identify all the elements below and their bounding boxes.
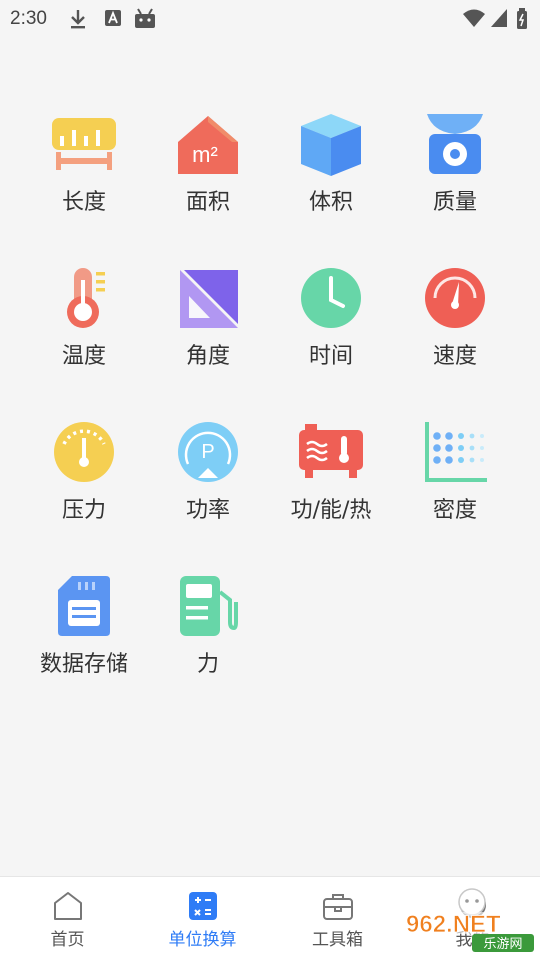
unit-energy[interactable]: 功/能/热 xyxy=(269,420,393,560)
unit-length[interactable]: 长度 xyxy=(22,112,146,252)
signal-icon xyxy=(491,9,507,27)
status-time: 2:30 xyxy=(10,8,47,29)
nav-unit-conversion[interactable]: 单位换算 xyxy=(135,877,270,961)
battery-icon xyxy=(517,8,527,29)
nav-home[interactable]: 首页 xyxy=(0,877,135,961)
clock-icon xyxy=(301,268,361,328)
unit-label: 速度 xyxy=(432,344,477,369)
unit-temperature[interactable]: 温度 xyxy=(22,266,146,406)
ruler-icon xyxy=(52,118,116,170)
unit-label: 功/能/热 xyxy=(290,498,372,523)
home-icon xyxy=(53,892,82,920)
unit-label: 密度 xyxy=(432,498,477,523)
unit-label: 力 xyxy=(196,652,219,677)
unit-label: 压力 xyxy=(61,498,106,523)
unit-label: 时间 xyxy=(308,344,353,369)
status-bar: 2:30 xyxy=(0,0,540,36)
unit-mass[interactable]: 质量 xyxy=(393,112,517,252)
unit-label: 长度 xyxy=(61,190,106,215)
toolbox-icon xyxy=(322,894,353,920)
download-icon xyxy=(71,10,85,29)
speedometer-icon xyxy=(425,268,485,328)
thermometer-icon xyxy=(67,268,105,328)
unit-density[interactable]: 密度 xyxy=(393,420,517,560)
power-gauge-icon: P xyxy=(178,422,238,482)
nav-label: 单位换算 xyxy=(168,930,237,950)
unit-data-storage[interactable]: 数据存储 xyxy=(22,574,146,714)
unit-time[interactable]: 时间 xyxy=(269,266,393,406)
unit-pressure[interactable]: 压力 xyxy=(22,420,146,560)
watermark-logo: 962.NET 乐游网 xyxy=(402,888,534,952)
watermark-sub: 乐游网 xyxy=(483,937,522,952)
area-icon-text: m² xyxy=(192,142,218,167)
sd-card-icon xyxy=(58,576,110,636)
power-icon-text: P xyxy=(201,441,214,463)
unit-speed[interactable]: 速度 xyxy=(393,266,517,406)
set-square-icon xyxy=(180,270,238,328)
pressure-gauge-icon xyxy=(54,422,114,482)
unit-label: 数据存储 xyxy=(39,652,128,677)
unit-label: 体积 xyxy=(308,190,353,215)
android-icon xyxy=(135,8,155,28)
watermark-brand: 962.NET xyxy=(406,911,501,938)
unit-force[interactable]: 力 xyxy=(146,574,270,714)
unit-angle[interactable]: 角度 xyxy=(146,266,270,406)
calculator-icon xyxy=(188,892,217,920)
unit-label: 面积 xyxy=(185,190,230,215)
cube-icon xyxy=(301,114,361,176)
a-notification-icon xyxy=(105,10,121,26)
heater-icon xyxy=(299,424,363,478)
fuel-pump-icon xyxy=(180,576,238,636)
house-area-icon: m² xyxy=(178,116,238,174)
density-chart-icon xyxy=(425,422,487,482)
wifi-icon xyxy=(463,9,485,27)
unit-label: 温度 xyxy=(61,344,106,369)
unit-power[interactable]: P 功率 xyxy=(146,420,270,560)
unit-area[interactable]: m² 面积 xyxy=(146,112,270,252)
nav-label: 首页 xyxy=(50,930,85,950)
unit-label: 功率 xyxy=(185,498,230,523)
unit-label: 角度 xyxy=(185,344,230,369)
nav-toolbox[interactable]: 工具箱 xyxy=(270,877,405,961)
nav-label: 工具箱 xyxy=(312,930,363,950)
scale-icon xyxy=(427,114,483,174)
unit-volume[interactable]: 体积 xyxy=(269,112,393,252)
unit-label: 质量 xyxy=(432,190,477,215)
